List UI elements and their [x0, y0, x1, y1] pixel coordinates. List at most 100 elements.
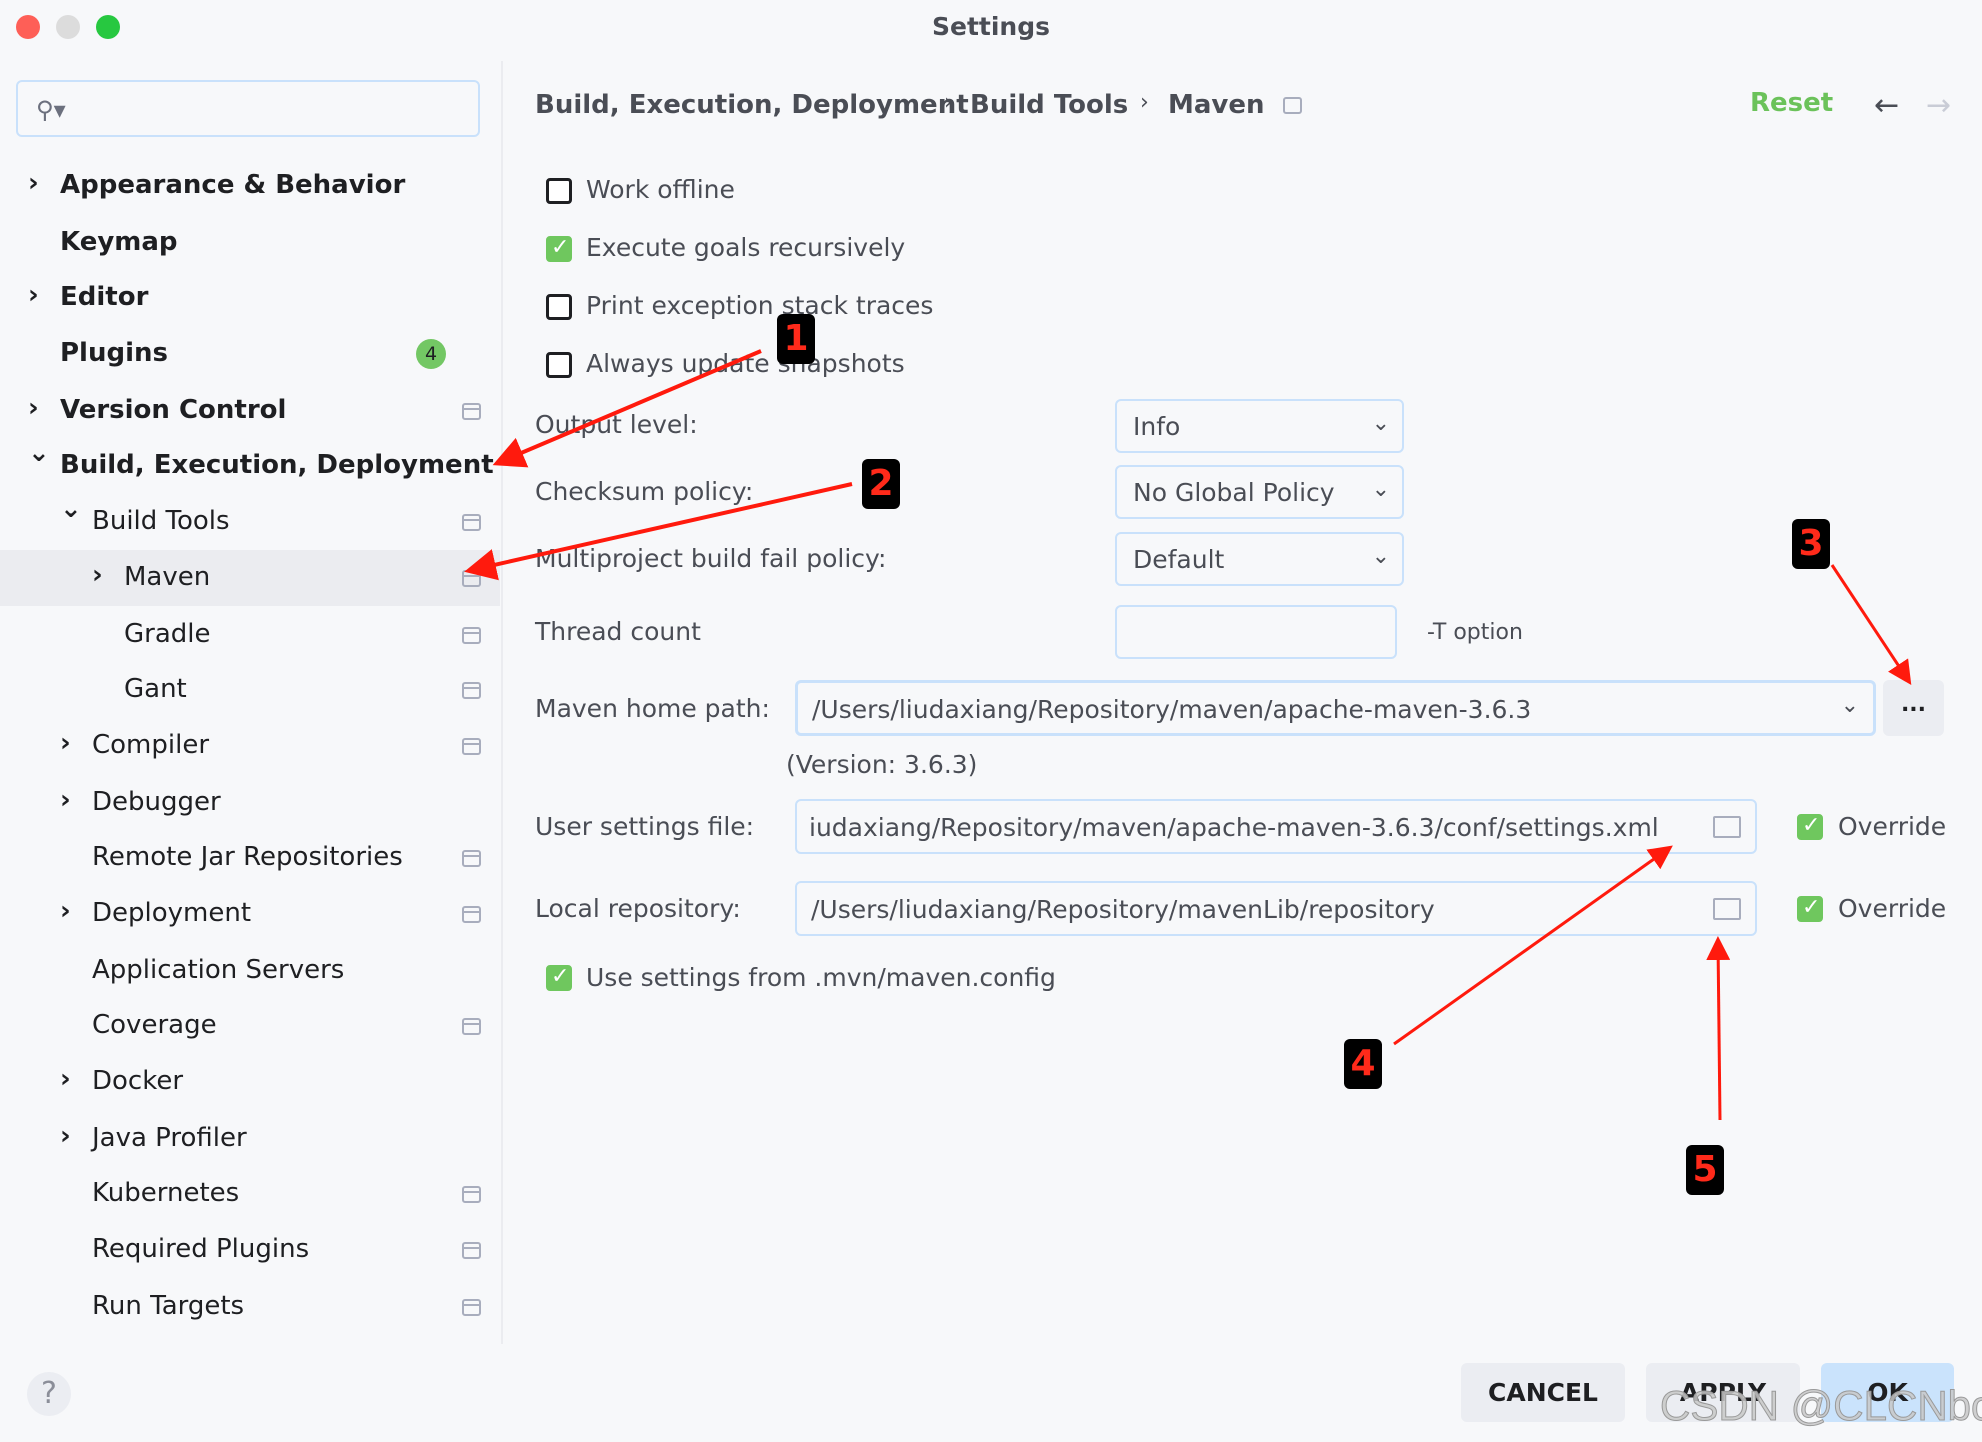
use-mvn-config-label: Use settings from .mvn/maven.config: [586, 963, 1056, 992]
sidebar-item-deployment[interactable]: › Deployment: [0, 886, 500, 942]
work-offline-label[interactable]: Work offline: [586, 175, 735, 204]
reset-button[interactable]: Reset: [1750, 88, 1833, 118]
thread-count-input[interactable]: [1115, 605, 1397, 659]
sidebar-item-build-execution-deployment[interactable]: ⌄ Build, Execution, Deployment: [0, 438, 500, 494]
sidebar-item-coverage[interactable]: Coverage: [0, 998, 500, 1054]
back-arrow-icon[interactable]: ←: [1874, 88, 1899, 123]
chevron-down-icon[interactable]: ⌄: [60, 494, 82, 524]
folder-icon[interactable]: [1713, 898, 1741, 920]
annotation-badge-5: 5: [1686, 1145, 1724, 1195]
sidebar-item-label: Docker: [92, 1066, 184, 1096]
output-level-dropdown[interactable]: Info ⌄: [1115, 399, 1404, 453]
project-scope-icon: [462, 570, 481, 587]
execute-goals-recursively-label[interactable]: Execute goals recursively: [586, 233, 905, 262]
work-offline-checkbox[interactable]: [546, 178, 572, 204]
search-input[interactable]: [74, 90, 468, 130]
sidebar-item-appearance-behavior[interactable]: › Appearance & Behavior: [0, 158, 500, 214]
print-exception-stack-traces-checkbox[interactable]: [546, 294, 572, 320]
always-update-snapshots-label[interactable]: Always update snapshots: [586, 349, 905, 378]
project-scope-icon: [462, 1186, 481, 1203]
sidebar-item-plugins[interactable]: Plugins 4: [0, 326, 500, 382]
sidebar-item-version-control[interactable]: › Version Control: [0, 383, 500, 439]
sidebar-item-label: Application Servers: [92, 955, 345, 985]
sidebar-item-label: Gant: [124, 674, 187, 704]
checksum-policy-dropdown[interactable]: No Global Policy ⌄: [1115, 465, 1404, 519]
chevron-down-icon: ⌄: [1371, 477, 1390, 502]
sidebar-item-label: Plugins: [60, 338, 168, 368]
multiproject-fail-policy-value: Default: [1133, 545, 1225, 574]
settings-window: Settings ⚲▾ › Appearance & Behavior Keymap…: [0, 0, 1982, 1442]
forward-arrow-icon[interactable]: →: [1926, 88, 1951, 123]
local-repository-input[interactable]: /Users/liudaxiang/Repository/mavenLib/re…: [795, 881, 1757, 936]
maven-home-path-label: Maven home path:: [535, 694, 770, 723]
chevron-right-icon[interactable]: ›: [60, 1064, 71, 1094]
always-update-snapshots-checkbox[interactable]: [546, 352, 572, 378]
sidebar-item-label: Build Tools: [92, 506, 230, 536]
browse-maven-home-button[interactable]: ...: [1883, 680, 1944, 736]
sidebar-item-editor[interactable]: › Editor: [0, 270, 500, 326]
sidebar-item-build-tools[interactable]: ⌄ Build Tools: [0, 494, 500, 550]
chevron-right-icon[interactable]: ›: [60, 896, 71, 926]
sidebar-item-label: Maven: [124, 562, 211, 592]
breadcrumb-build-execution-deployment[interactable]: Build, Execution, Deployment: [535, 90, 969, 120]
help-button[interactable]: ?: [27, 1372, 71, 1416]
chevron-down-icon[interactable]: ⌄: [28, 438, 50, 468]
sidebar-item-application-servers[interactable]: Application Servers: [0, 943, 500, 999]
user-settings-file-label: User settings file:: [535, 812, 755, 841]
sidebar-item-label: Version Control: [60, 395, 287, 425]
chevron-right-icon[interactable]: ›: [28, 280, 39, 310]
sidebar-item-gant[interactable]: Gant: [0, 662, 500, 718]
sidebar-item-required-plugins[interactable]: Required Plugins: [0, 1222, 500, 1278]
execute-goals-recursively-checkbox[interactable]: [546, 235, 572, 262]
chevron-right-icon[interactable]: ›: [60, 1121, 71, 1151]
breadcrumb-separator: ›: [944, 90, 953, 115]
sidebar-item-run-targets[interactable]: Run Targets: [0, 1279, 500, 1335]
chevron-right-icon[interactable]: ›: [60, 728, 71, 758]
chevron-right-icon[interactable]: ›: [92, 560, 103, 590]
project-scope-icon: [462, 850, 481, 867]
project-scope-icon: [462, 514, 481, 531]
sidebar-item-label: Coverage: [92, 1010, 217, 1040]
sidebar-item-gradle[interactable]: Gradle: [0, 607, 500, 663]
annotation-badge-2: 2: [862, 459, 900, 509]
project-scope-icon: [462, 738, 481, 755]
sidebar-item-java-profiler[interactable]: › Java Profiler: [0, 1111, 500, 1167]
sidebar-item-label: Java Profiler: [92, 1123, 247, 1153]
sidebar-item-kubernetes[interactable]: Kubernetes: [0, 1166, 500, 1222]
chevron-right-icon[interactable]: ›: [28, 168, 39, 198]
chevron-right-icon[interactable]: ›: [60, 785, 71, 815]
breadcrumb-maven: Maven: [1168, 90, 1265, 120]
project-scope-icon: [462, 906, 481, 923]
thread-count-label: Thread count: [535, 617, 701, 646]
output-level-label: Output level:: [535, 410, 698, 439]
sidebar-item-compiler[interactable]: › Compiler: [0, 718, 500, 774]
multiproject-fail-policy-dropdown[interactable]: Default ⌄: [1115, 532, 1404, 586]
user-settings-override-checkbox[interactable]: [1797, 813, 1823, 840]
sidebar-item-remote-jar-repositories[interactable]: Remote Jar Repositories: [0, 830, 500, 886]
maven-home-path-combobox[interactable]: /Users/liudaxiang/Repository/maven/apach…: [795, 680, 1876, 736]
sidebar-item-maven[interactable]: › Maven: [0, 550, 500, 606]
chevron-down-icon: ⌄: [1371, 411, 1390, 436]
settings-search[interactable]: ⚲▾: [16, 80, 480, 137]
project-scope-icon: [1283, 97, 1302, 114]
sidebar-item-keymap[interactable]: Keymap: [0, 215, 500, 271]
local-repository-override-checkbox[interactable]: [1797, 895, 1823, 922]
print-exception-stack-traces-label[interactable]: Print exception stack traces: [586, 291, 933, 320]
sidebar-divider[interactable]: [501, 61, 503, 1344]
project-scope-icon: [462, 682, 481, 699]
chevron-right-icon[interactable]: ›: [28, 393, 39, 423]
sidebar-item-debugger[interactable]: › Debugger: [0, 775, 500, 831]
user-settings-file-input[interactable]: iudaxiang/Repository/maven/apache-maven-…: [795, 799, 1757, 854]
sidebar-item-label: Deployment: [92, 898, 252, 928]
watermark: CSDN @CLCNboss: [1659, 1382, 1982, 1430]
cancel-button[interactable]: CANCEL: [1461, 1363, 1625, 1422]
breadcrumb-build-tools[interactable]: Build Tools: [970, 90, 1128, 120]
sidebar-item-docker[interactable]: › Docker: [0, 1054, 500, 1110]
local-repository-value: /Users/liudaxiang/Repository/mavenLib/re…: [811, 895, 1435, 924]
chevron-down-icon: ⌄: [1371, 544, 1390, 569]
sidebar-item-label: Keymap: [60, 227, 178, 257]
use-mvn-config-checkbox[interactable]: [546, 964, 572, 991]
output-level-value: Info: [1133, 412, 1181, 441]
sidebar-item-label: Compiler: [92, 730, 210, 760]
folder-icon[interactable]: [1713, 816, 1741, 838]
